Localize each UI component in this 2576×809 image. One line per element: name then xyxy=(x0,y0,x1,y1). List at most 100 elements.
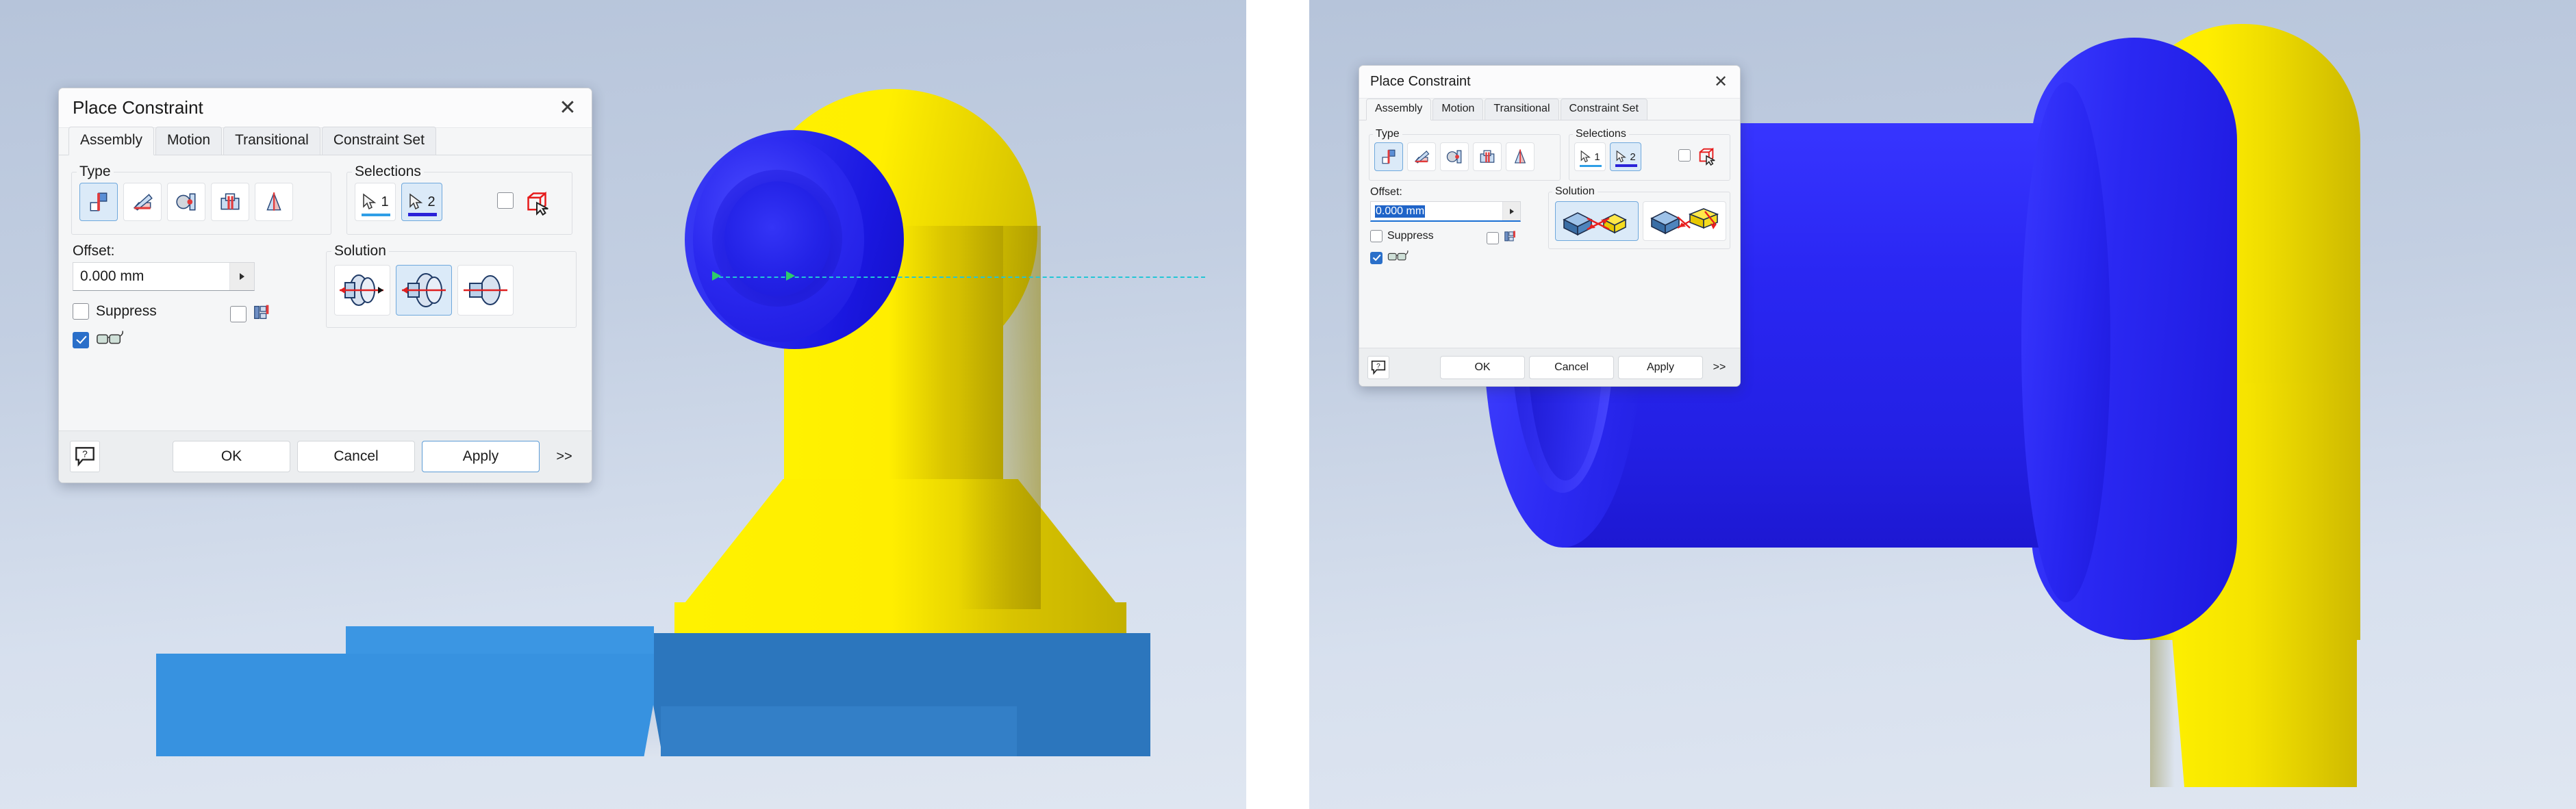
dialog-tabs[interactable]: Assembly Motion Transitional Constraint … xyxy=(59,127,592,155)
type-button-mate[interactable] xyxy=(79,183,118,221)
cancel-label: Cancel xyxy=(1554,361,1589,373)
relationship-row[interactable] xyxy=(1487,229,1518,247)
offset-value: 0.000 mm xyxy=(80,268,144,284)
insert-constraint-icon xyxy=(1480,150,1495,163)
selection-pick-2-button[interactable]: 2 xyxy=(1610,142,1641,171)
show-preview-checkbox[interactable] xyxy=(1370,251,1382,264)
cursor-arrow-icon xyxy=(409,193,423,210)
solution-button-insert-opposed[interactable] xyxy=(334,265,390,316)
dialog-body: Type Selections 1 2 Offset: 0.000 mm Sup… xyxy=(59,155,592,483)
suppress-checkbox[interactable] xyxy=(73,303,89,320)
selection-pick-2-label: 2 xyxy=(427,194,435,209)
type-button-insert[interactable] xyxy=(1473,142,1502,171)
tab-assembly-label: Assembly xyxy=(80,132,143,148)
suppress-label: Suppress xyxy=(1387,230,1434,242)
dialog-title: Place Constraint xyxy=(73,97,203,118)
suppress-row[interactable]: Suppress xyxy=(1370,230,1434,242)
tab-motion[interactable]: Motion xyxy=(155,127,223,155)
tab-assembly[interactable]: Assembly xyxy=(1366,99,1432,120)
offset-input[interactable]: 0.000 mm xyxy=(1371,202,1502,220)
angle-constraint-icon xyxy=(133,194,153,211)
viewport-right[interactable]: Place Constraint ✕ Assembly Motion Trans… xyxy=(1309,0,2576,809)
offset-spinner[interactable]: 0.000 mm xyxy=(73,262,255,291)
solution-button-insert-aligned[interactable] xyxy=(396,265,452,316)
insert-flush-icon xyxy=(464,275,507,305)
close-icon[interactable]: ✕ xyxy=(556,97,579,120)
type-button-symmetry[interactable] xyxy=(1506,142,1535,171)
type-button-angle[interactable] xyxy=(1407,142,1436,171)
offset-label: Offset: xyxy=(1370,186,1402,198)
type-button-tangent[interactable] xyxy=(1440,142,1469,171)
relationship-checkbox[interactable] xyxy=(230,305,247,322)
cancel-button[interactable]: Cancel xyxy=(297,441,415,472)
pick-part-first-icon[interactable] xyxy=(523,188,551,216)
type-button-angle[interactable] xyxy=(123,183,162,221)
dialog-titlebar[interactable]: Place Constraint ✕ xyxy=(59,88,592,128)
solution-button-mate[interactable] xyxy=(1555,201,1639,241)
cancel-label: Cancel xyxy=(333,448,379,464)
tab-constraint-set[interactable]: Constraint Set xyxy=(321,127,436,155)
dialog-titlebar[interactable]: Place Constraint ✕ xyxy=(1359,66,1740,99)
place-constraint-dialog-left[interactable]: Place Constraint ✕ Assembly Motion Trans… xyxy=(58,88,592,483)
more-options-button[interactable]: >> xyxy=(546,441,582,472)
dialog-tabs[interactable]: Assembly Motion Transitional Constraint … xyxy=(1359,99,1740,120)
ok-button[interactable]: OK xyxy=(173,441,290,472)
show-preview-row[interactable] xyxy=(73,329,125,350)
chevron-right-icon xyxy=(240,273,244,280)
tab-transitional[interactable]: Transitional xyxy=(223,127,320,155)
base-plate-step-top xyxy=(346,626,654,654)
apply-button[interactable]: Apply xyxy=(1618,356,1703,379)
offset-value: 0.000 mm xyxy=(1375,205,1426,218)
dialog-footer: ? OK Cancel Apply >> xyxy=(59,431,592,483)
help-button[interactable]: ? xyxy=(70,441,100,472)
selection-pick-1-button[interactable]: 1 xyxy=(1574,142,1606,171)
base-plate-left xyxy=(156,654,654,756)
offset-dropdown-button[interactable] xyxy=(1502,202,1520,220)
tab-transitional-label: Transitional xyxy=(1493,103,1550,114)
selection-pick-2-underline xyxy=(1615,164,1637,167)
offset-spinner[interactable]: 0.000 mm xyxy=(1370,201,1521,222)
relationship-row[interactable] xyxy=(230,302,273,326)
more-options-label: >> xyxy=(1713,361,1726,373)
pick-part-first-checkbox[interactable] xyxy=(1678,149,1691,162)
viewport-left[interactable]: Place Constraint ✕ Assembly Motion Trans… xyxy=(0,0,1246,809)
relationship-checkbox[interactable] xyxy=(1487,231,1499,244)
suppress-row[interactable]: Suppress xyxy=(73,303,157,320)
apply-button[interactable]: Apply xyxy=(422,441,540,472)
selection-pick-2-button[interactable]: 2 xyxy=(401,183,442,221)
tab-motion[interactable]: Motion xyxy=(1432,99,1484,120)
glasses-icon xyxy=(96,329,125,350)
mate-constraint-icon xyxy=(90,192,108,211)
tab-transitional[interactable]: Transitional xyxy=(1485,99,1559,120)
dialog-footer: ? OK Cancel Apply >> xyxy=(1359,348,1740,386)
cancel-button[interactable]: Cancel xyxy=(1529,356,1614,379)
close-icon[interactable]: ✕ xyxy=(1711,73,1730,92)
suppress-checkbox[interactable] xyxy=(1370,230,1382,242)
selection-pick-1-underline xyxy=(362,214,390,216)
help-icon: ? xyxy=(1371,360,1386,375)
show-preview-checkbox[interactable] xyxy=(73,331,89,348)
solution-button-insert-flush[interactable] xyxy=(457,265,514,316)
apply-label: Apply xyxy=(462,448,499,464)
type-button-mate[interactable] xyxy=(1374,142,1403,171)
ok-button[interactable]: OK xyxy=(1440,356,1525,379)
type-button-symmetry[interactable] xyxy=(255,183,293,221)
pick-part-first-icon[interactable] xyxy=(1696,145,1717,166)
tab-assembly[interactable]: Assembly xyxy=(68,127,155,155)
show-preview-row[interactable] xyxy=(1370,249,1409,266)
offset-dropdown-button[interactable] xyxy=(229,263,254,290)
offset-input[interactable]: 0.000 mm xyxy=(73,263,229,290)
type-button-insert[interactable] xyxy=(211,183,249,221)
solution-button-flush[interactable] xyxy=(1643,201,1726,241)
angle-constraint-icon xyxy=(1414,151,1430,164)
tab-constraint-set[interactable]: Constraint Set xyxy=(1560,99,1647,120)
relationship-icon xyxy=(1503,229,1518,247)
offset-label: Offset: xyxy=(73,243,115,259)
pick-part-first-checkbox[interactable] xyxy=(497,192,514,209)
more-options-button[interactable]: >> xyxy=(1706,356,1733,379)
type-button-tangent[interactable] xyxy=(167,183,205,221)
flush-solution-icon xyxy=(1650,208,1719,235)
place-constraint-dialog-right[interactable]: Place Constraint ✕ Assembly Motion Trans… xyxy=(1359,65,1741,387)
selection-pick-1-button[interactable]: 1 xyxy=(355,183,396,221)
help-button[interactable]: ? xyxy=(1367,356,1389,379)
